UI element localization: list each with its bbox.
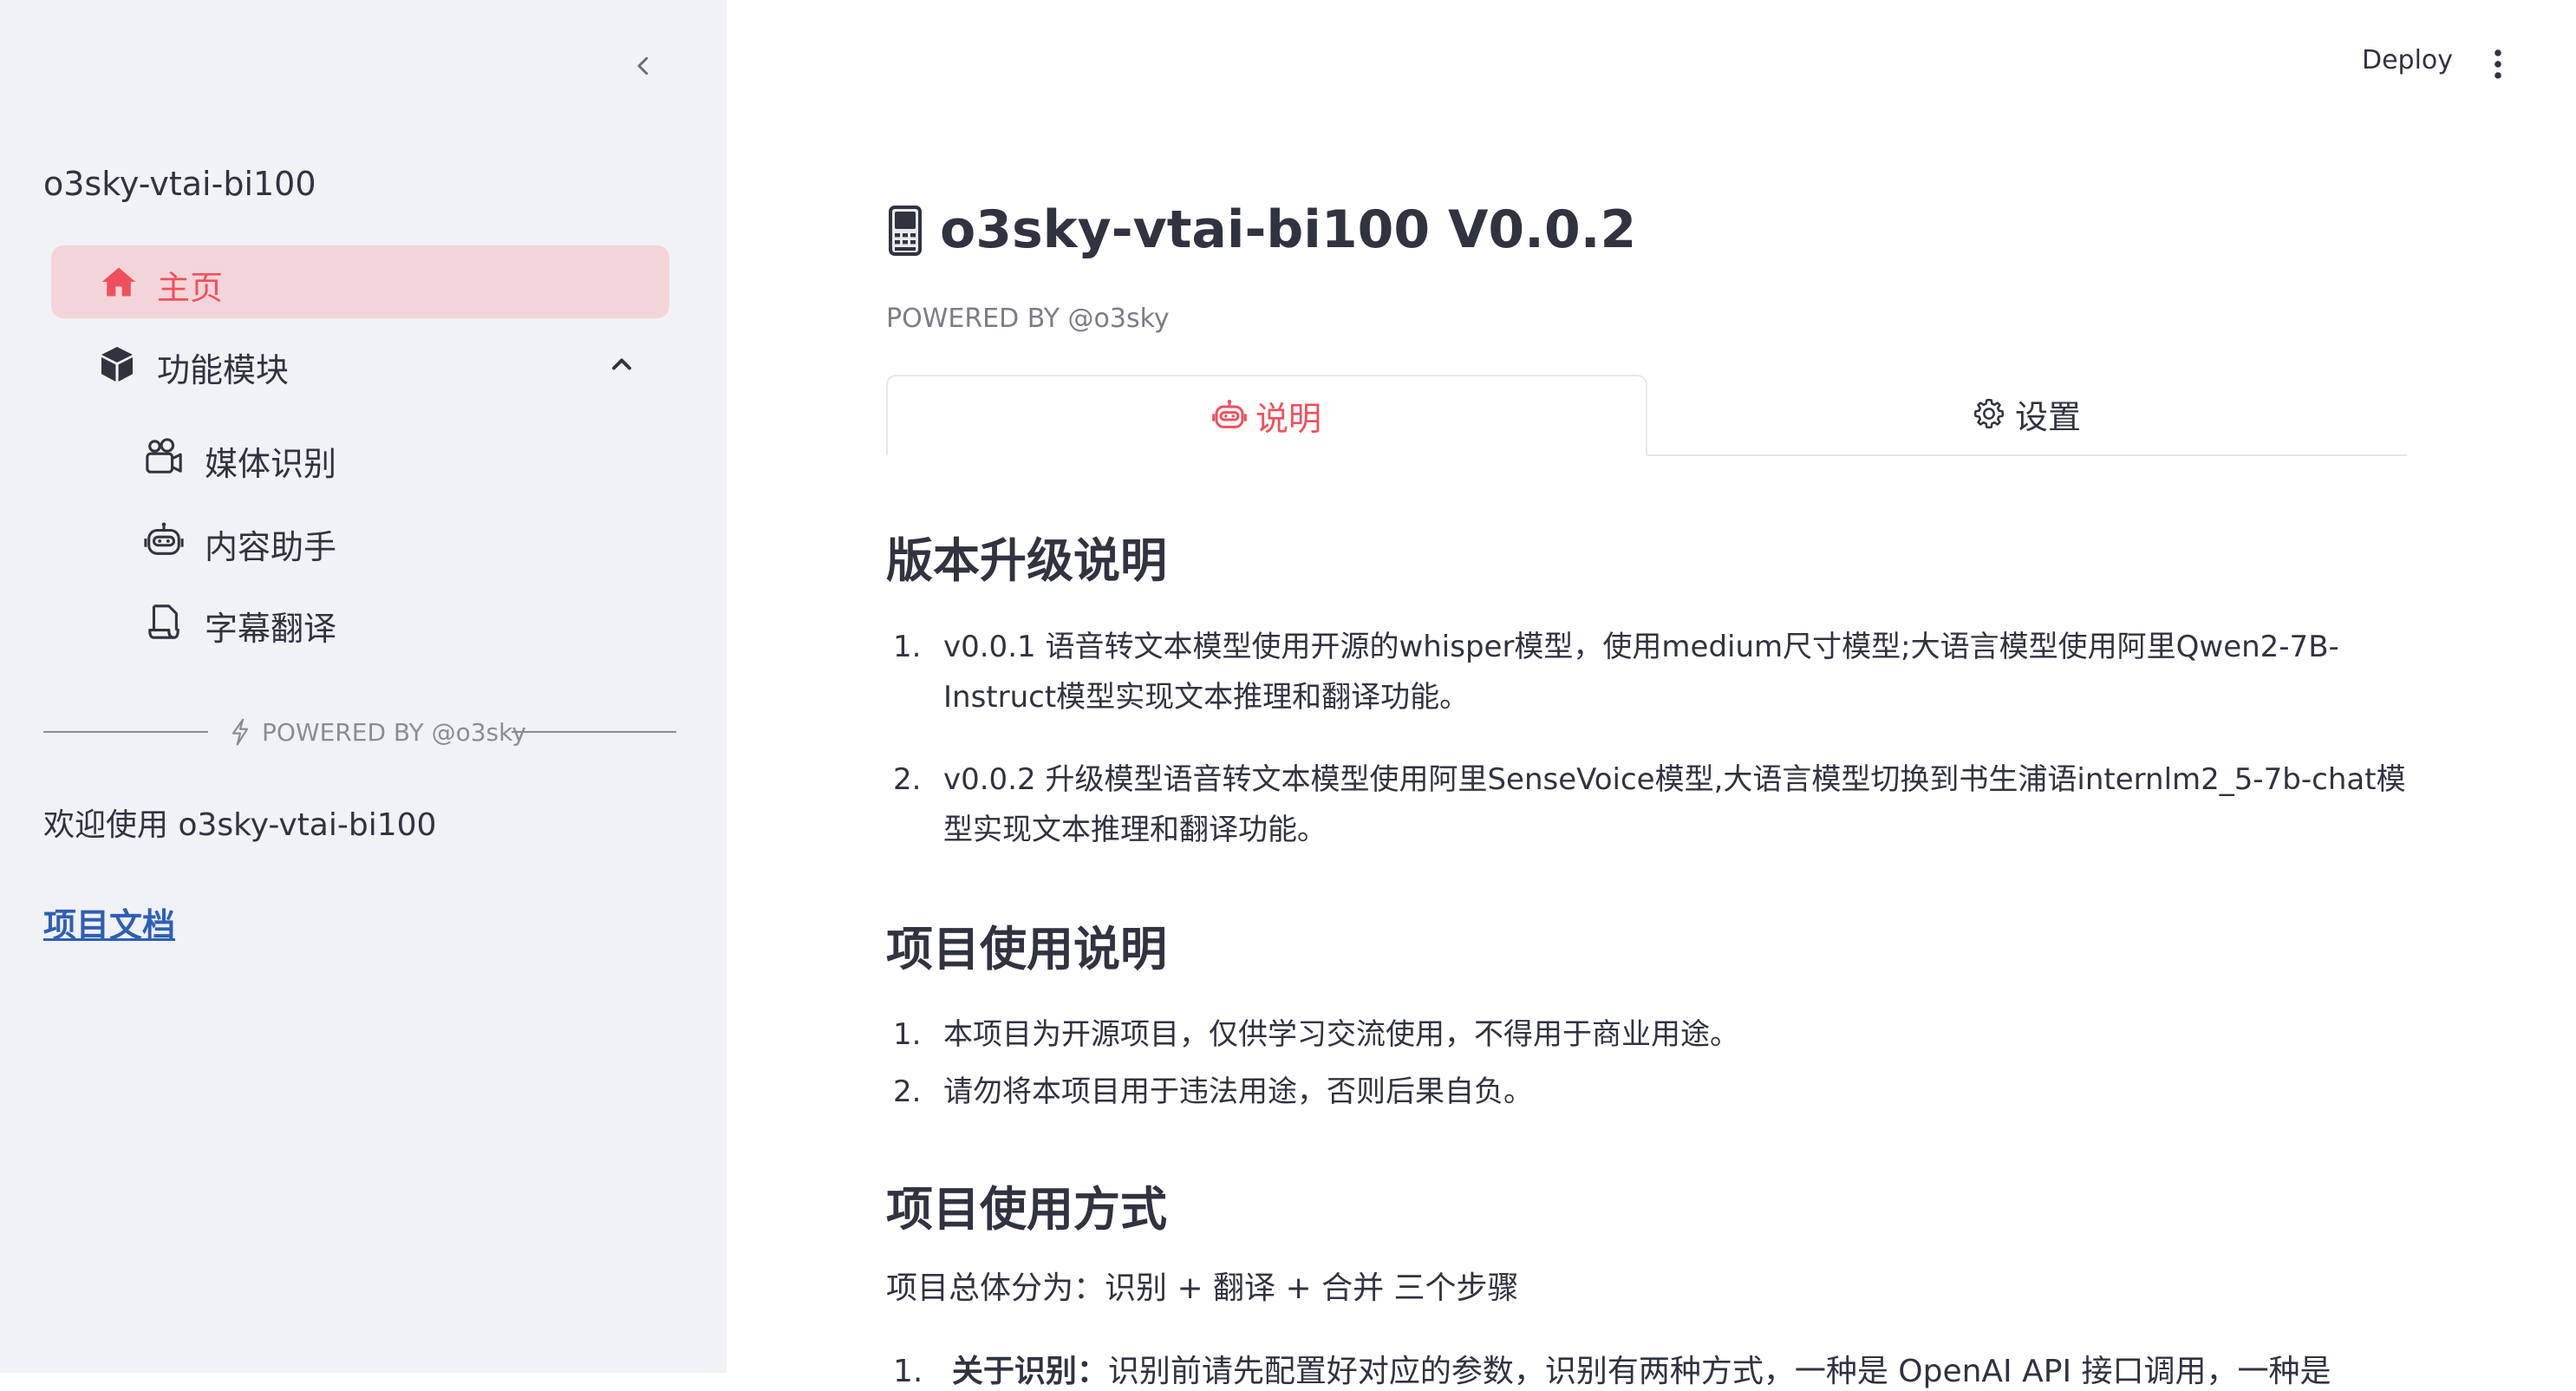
list-item-number: 2.	[893, 762, 922, 797]
tab-bar: 说明 设置	[886, 375, 2407, 456]
kebab-menu-icon	[2494, 49, 2501, 79]
nav-item-home-label: 主页	[157, 269, 224, 307]
sidebar-divider: POWERED BY @o3sky	[43, 713, 676, 751]
divider-line-left	[43, 731, 208, 733]
list-item-number: 2.	[893, 1074, 922, 1109]
list-item-text: 本项目为开源项目，仅供学习交流使用，不得用于商业用途。	[943, 1017, 1739, 1052]
nav-item-media-recognition[interactable]: 媒体识别	[139, 421, 659, 491]
nav-item-subtitle-translation-label: 字幕翻译	[205, 610, 337, 648]
pager-icon	[889, 206, 922, 256]
sidebar: o3sky-vtai-bi100 主页 功能模块 媒体识别 内容助手 字幕翻译 …	[0, 0, 727, 1373]
welcome-text: 欢迎使用 o3sky-vtai-bi100	[43, 807, 437, 843]
usage-overview-paragraph: 项目总体分为：识别 + 翻译 + 合并 三个步骤	[886, 1270, 1519, 1306]
chevron-left-icon	[637, 56, 649, 75]
list-item-text: 请勿将本项目用于违法用途，否则后果自负。	[943, 1074, 1533, 1109]
section-heading-usage-notes: 项目使用说明	[886, 922, 1167, 976]
nav-group-modules[interactable]: 功能模块	[51, 328, 669, 401]
deploy-button[interactable]: Deploy	[2362, 45, 2453, 75]
chevron-up-icon	[612, 358, 631, 370]
list-item-bold-label: 关于识别：	[951, 1354, 1108, 1389]
camera-icon	[146, 438, 182, 473]
nav-item-home[interactable]: 主页	[51, 245, 669, 318]
document-icon	[148, 604, 179, 639]
gear-icon	[1973, 398, 2005, 429]
main-menu-button[interactable]	[2485, 45, 2511, 83]
list-item-number: 1.	[893, 1354, 923, 1389]
project-docs-link[interactable]: 项目文档	[43, 898, 175, 946]
lightning-icon	[232, 718, 249, 746]
nav-item-subtitle-translation[interactable]: 字幕翻译	[139, 586, 659, 656]
nav-item-content-assistant-label: 内容助手	[205, 528, 337, 566]
tab-description-label: 说明	[1255, 399, 1321, 438]
nav-item-content-assistant[interactable]: 内容助手	[139, 505, 659, 574]
list-item-number: 1.	[893, 630, 922, 664]
collapse-sidebar-button[interactable]	[628, 50, 659, 82]
robot-icon	[1212, 400, 1247, 428]
divider-line-right	[512, 731, 676, 733]
tab-description[interactable]: 说明	[886, 375, 1647, 456]
nav-item-media-recognition-label: 媒体识别	[205, 445, 337, 483]
tab-settings[interactable]: 设置	[1646, 375, 2407, 453]
robot-icon	[144, 522, 184, 555]
house-icon	[101, 267, 136, 297]
app-name: o3sky-vtai-bi100	[43, 165, 316, 203]
tab-settings-label: 设置	[2014, 397, 2081, 436]
nav-group-modules-label: 功能模块	[157, 351, 290, 389]
cube-icon	[101, 347, 133, 382]
list-item-text: 识别前请先配置好对应的参数，识别有两种方式，一种是 OpenAI API 接口调…	[1107, 1354, 2331, 1389]
page-title: o3sky-vtai-bi100 V0.0.2	[940, 199, 1637, 260]
divider-powered-by: POWERED BY @o3sky	[262, 718, 526, 747]
powered-by-caption: POWERED BY @o3sky	[886, 304, 1170, 334]
list-item-number: 1.	[893, 1017, 922, 1052]
list-item-text: v0.0.2 升级模型语音转文本模型使用阿里SenseVoice模型,大语言模型…	[943, 762, 2406, 847]
list-item: 1. 关于识别：识别前请先配置好对应的参数，识别有两种方式，一种是 OpenAI…	[893, 1346, 2331, 1391]
section-heading-usage-method: 项目使用方式	[886, 1182, 1167, 1237]
list-item-text: v0.0.1 语音转文本模型使用开源的whisper模型，使用medium尺寸模…	[943, 630, 2339, 715]
section-heading-version: 版本升级说明	[886, 533, 1167, 588]
